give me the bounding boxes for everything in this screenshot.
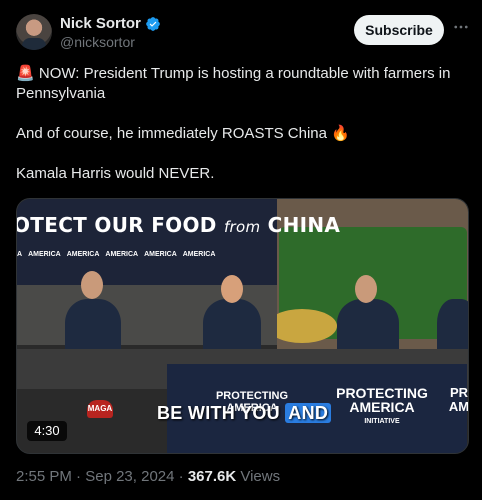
video-media[interactable]: OTECT OUR FOOD from CHINA A AMERICA AMERIC… (16, 198, 469, 454)
tweet-header: Nick Sortor @nicksortor Subscribe (16, 12, 468, 56)
tweet-line-2: And of course, he immediately ROASTS Chi… (16, 125, 350, 142)
avatar[interactable] (16, 14, 52, 50)
banner-title: OTECT OUR FOOD from CHINA (16, 213, 341, 237)
siren-emoji-icon: 🚨 (16, 65, 35, 82)
tweet-time[interactable]: 2:55 PM (16, 468, 72, 485)
fire-emoji-icon: 🔥 (331, 125, 350, 142)
subscribe-button[interactable]: Subscribe (354, 15, 444, 45)
views-label: Views (236, 468, 281, 485)
author-name-row[interactable]: Nick Sortor (60, 15, 161, 32)
person-right-head (355, 275, 377, 303)
tweet-meta: 2:55 PM · Sep 23, 2024 · 367.6K Views (16, 468, 281, 485)
tweet-text: 🚨 NOW: President Trump is hosting a roun… (16, 64, 466, 204)
video-caption: BE WITH YOU AND (157, 403, 332, 424)
front-sub-2: INITIATIVE (364, 418, 400, 425)
tweet-line-1: 🚨 NOW: President Trump is hosting a roun… (16, 65, 451, 102)
tweet-line-3: Kamala Harris would NEVER. (16, 165, 215, 182)
author-handle[interactable]: @nicksortor (60, 34, 135, 50)
verified-badge-icon (146, 16, 160, 31)
tweet-date[interactable]: Sep 23, 2024 (85, 468, 174, 485)
person-left-head (81, 271, 103, 299)
views-count: 367.6K (187, 468, 237, 485)
more-icon[interactable] (452, 18, 468, 34)
front-text-3: PR AM (448, 385, 469, 414)
tractor-wheel (267, 309, 337, 343)
banner: OTECT OUR FOOD from CHINA A AMERICA AMERIC… (17, 199, 340, 285)
maga-hat: MAGA (87, 400, 113, 418)
author-name[interactable]: Nick Sortor (60, 15, 141, 32)
video-duration: 4:30 (27, 421, 67, 441)
front-text-2: PROTECTING AMERICA (336, 385, 428, 415)
person-center-head (221, 275, 243, 303)
banner-logos: A AMERICA AMERICA AMERICA AMERICA AMERICA (17, 251, 216, 258)
